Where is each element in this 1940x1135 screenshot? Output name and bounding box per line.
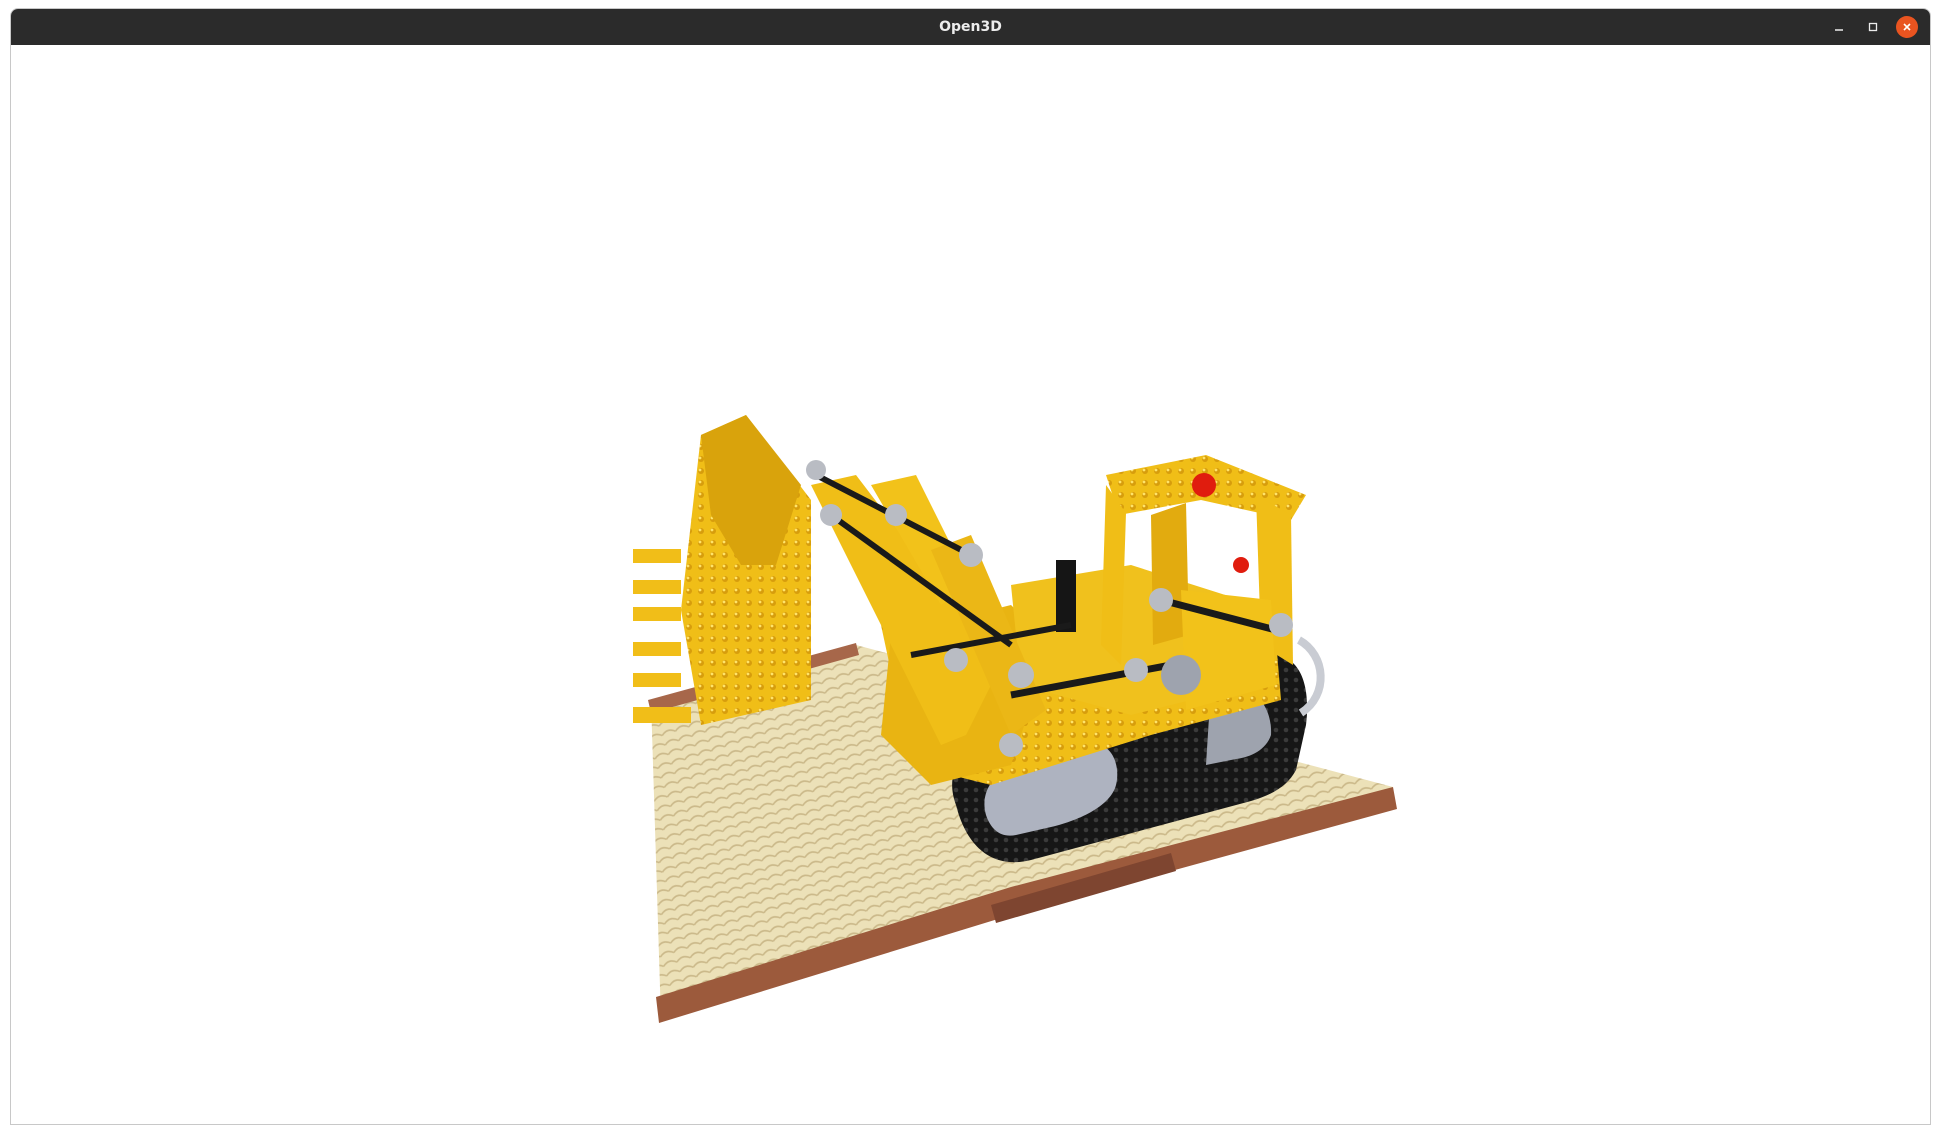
loader-bucket [633, 415, 811, 725]
minimize-button[interactable] [1828, 16, 1850, 38]
3d-viewport[interactable] [11, 45, 1931, 1125]
window-controls [1828, 16, 1918, 38]
maximize-button[interactable] [1862, 16, 1884, 38]
maximize-icon [1868, 22, 1878, 32]
title-bar[interactable]: Open3D [11, 9, 1930, 45]
minimize-icon [1835, 29, 1843, 31]
window-title: Open3D [939, 19, 1002, 35]
open3d-window: Open3D [10, 8, 1931, 1125]
close-icon [1903, 23, 1911, 31]
close-button[interactable] [1896, 16, 1918, 38]
point-cloud-render[interactable] [11, 45, 1931, 1125]
